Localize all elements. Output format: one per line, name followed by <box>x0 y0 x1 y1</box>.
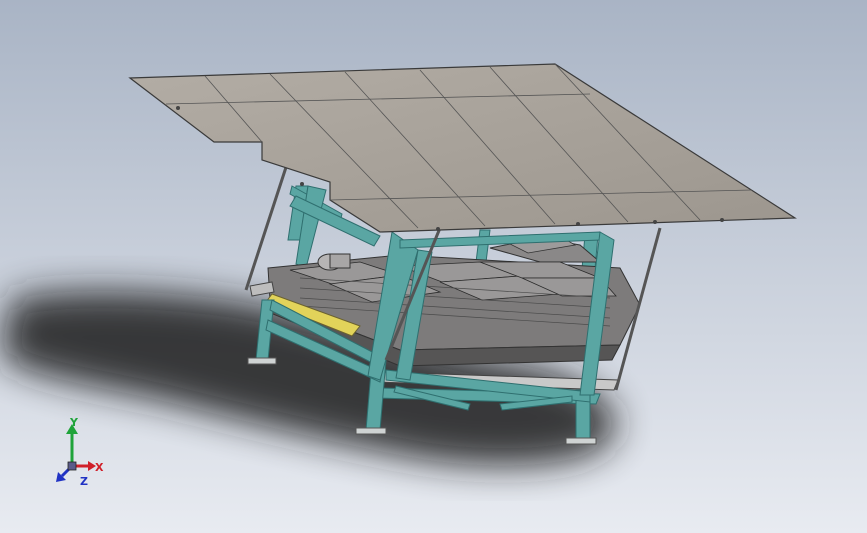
triad-y-label: Y <box>69 416 79 429</box>
triad-x-label: X <box>95 461 104 474</box>
triad-z-label: Z <box>80 475 88 488</box>
model-scene[interactable]: Y X Z <box>0 0 867 533</box>
3d-viewport[interactable]: Y X Z <box>0 0 867 533</box>
